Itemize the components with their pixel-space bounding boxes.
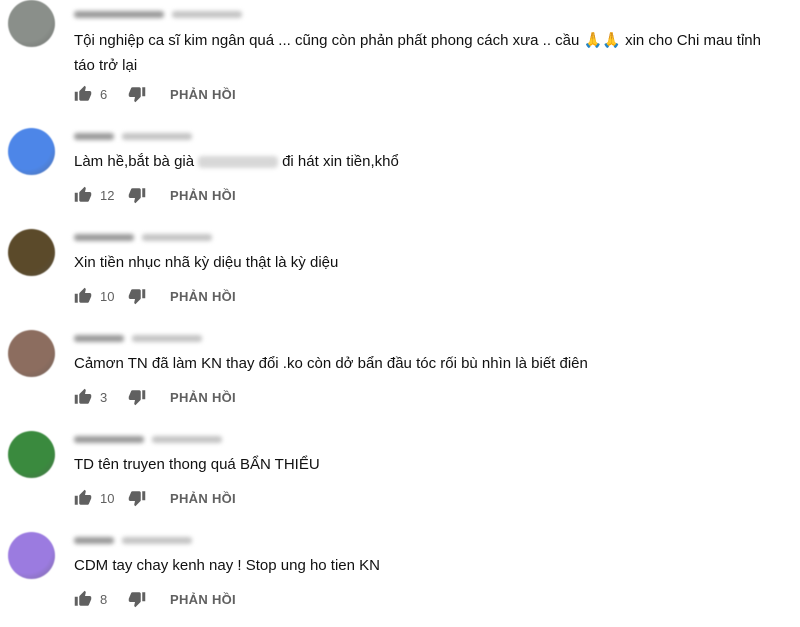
comment-meta-blurred [74, 231, 244, 243]
avatar[interactable] [8, 128, 55, 175]
like-count: 3 [100, 389, 108, 405]
reply-button[interactable]: PHẢN HỒI [170, 491, 236, 506]
thumbs-down-icon[interactable] [128, 85, 146, 103]
thumbs-down-icon[interactable] [128, 590, 146, 608]
like-count: 10 [100, 490, 115, 506]
praying-hands-emoji: 🙏🙏 [583, 32, 621, 49]
comment-text: CDM tay chay kenh nay ! Stop ung ho tien… [74, 557, 380, 574]
reply-button[interactable]: PHẢN HỒI [170, 289, 236, 304]
thumbs-up-icon[interactable] [74, 388, 92, 406]
like-count: 10 [100, 288, 115, 304]
like-count: 6 [100, 86, 108, 102]
thumbs-up-icon[interactable] [74, 489, 92, 507]
thumbs-down-icon[interactable] [128, 186, 146, 204]
avatar[interactable] [8, 0, 55, 47]
avatar[interactable] [8, 229, 55, 276]
avatar[interactable] [8, 532, 55, 579]
reply-button[interactable]: PHẢN HỒI [170, 390, 236, 405]
blurred-text [198, 156, 279, 169]
thumbs-up-icon[interactable] [74, 590, 92, 608]
comment-meta-blurred [74, 332, 244, 344]
thumbs-up-icon[interactable] [74, 85, 92, 103]
comment-text: Cảmơn TN đã làm KN thay đổi .ko còn dở b… [74, 355, 588, 372]
like-count: 12 [100, 187, 115, 203]
reply-button[interactable]: PHẢN HỒI [170, 87, 236, 102]
thumbs-down-icon[interactable] [128, 287, 146, 305]
comment-text: Xin tiền nhục nhã kỳ diệu thật là kỳ diệ… [74, 254, 339, 271]
avatar[interactable] [8, 330, 55, 377]
like-count: 8 [100, 591, 108, 607]
comment-meta-blurred [74, 8, 244, 20]
avatar[interactable] [8, 431, 55, 478]
comment-text: TD tên truyen thong quá BẨN THIỂU [74, 456, 320, 473]
comment-meta-blurred [74, 433, 244, 445]
comment-text: Tội nghiệp ca sĩ kim ngân quá ... cũng c… [74, 32, 761, 74]
thumbs-down-icon[interactable] [128, 388, 146, 406]
reply-button[interactable]: PHẢN HỒI [170, 188, 236, 203]
comment-text: Làm hề,bắt bà già đi hát xin tiền,khổ [74, 153, 399, 170]
thumbs-up-icon[interactable] [74, 287, 92, 305]
thumbs-up-icon[interactable] [74, 186, 92, 204]
comment-meta-blurred [74, 130, 244, 142]
comment-meta-blurred [74, 534, 244, 546]
thumbs-down-icon[interactable] [128, 489, 146, 507]
reply-button[interactable]: PHẢN HỒI [170, 592, 236, 607]
